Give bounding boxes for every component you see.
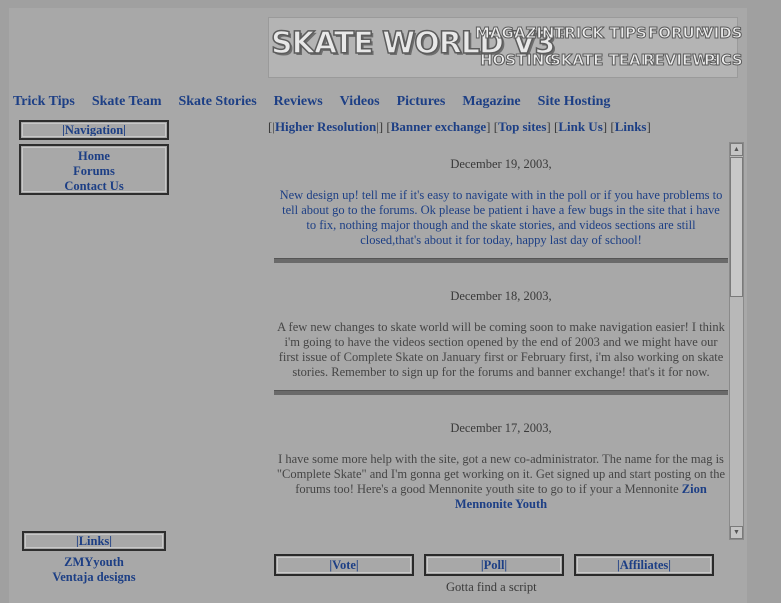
news-date: December 19, 2003, (450, 157, 552, 171)
link-banner-exchange[interactable]: Banner exchange (391, 119, 486, 134)
nav-reviews[interactable]: Reviews (274, 94, 323, 109)
news-divider (274, 390, 728, 395)
news-date: December 17, 2003, (450, 421, 552, 435)
banner-link-magazine[interactable]: MAGAZINE (475, 24, 566, 43)
vote-box[interactable]: |Vote| (274, 554, 414, 576)
scroll-thumb[interactable] (730, 157, 743, 297)
banner-link-pics[interactable]: PICS (704, 51, 744, 70)
vote-label: |Vote| (329, 558, 359, 572)
scroll-up-icon[interactable]: ▲ (730, 143, 743, 156)
header-banner: SKATE WORLD V3 MAGAZINE TRICK TIPS FORUM… (268, 17, 743, 78)
links-header-box: |Links| (22, 531, 166, 551)
affiliates-label: |Affiliates| (616, 558, 672, 572)
news-text: I have some more help with the site, got… (274, 452, 728, 512)
news-text: A few new changes to skate world will be… (277, 320, 725, 379)
nav-skate-team[interactable]: Skate Team (92, 94, 162, 109)
news-date: December 18, 2003, (450, 289, 552, 303)
link-zmyyouth[interactable]: ZMYyouth (22, 555, 166, 570)
banner-link-skate-team[interactable]: SKATE TEAM (550, 51, 657, 70)
sub-links: [|Higher Resolution|] [Banner exchange] … (268, 119, 651, 134)
link-top-sites[interactable]: Top sites (498, 119, 546, 134)
news-entry: December 17, 2003, I have some more help… (274, 421, 728, 512)
banner-link-forum[interactable]: FORUM (648, 24, 711, 43)
links-header: |Links| (75, 534, 113, 548)
poll-label: |Poll| (480, 558, 508, 572)
sidebar-item-forums[interactable]: Forums (21, 164, 167, 179)
link-links[interactable]: Links (615, 119, 647, 134)
affiliates-box[interactable]: |Affiliates| (574, 554, 714, 576)
news-divider (274, 258, 728, 263)
script-placeholder-text: Gotta find a script (446, 580, 537, 594)
navigation-menu: Home Forums Contact Us (19, 144, 169, 195)
scroll-down-icon[interactable]: ▼ (730, 526, 743, 539)
sidebar-item-contact-us[interactable]: Contact Us (21, 179, 167, 194)
nav-pictures[interactable]: Pictures (397, 94, 446, 109)
banner-link-hosting[interactable]: HOSTING (480, 51, 558, 70)
nav-magazine[interactable]: Magazine (462, 94, 520, 109)
nav-videos[interactable]: Videos (340, 94, 380, 109)
link-link-us[interactable]: Link Us (558, 119, 602, 134)
news-entry: December 18, 2003, A few new changes to … (274, 289, 728, 395)
navigation-header: |Navigation| (62, 123, 126, 137)
sublinks-open-bracket: [| (268, 119, 275, 134)
banner-link-vids[interactable]: VIDS (701, 24, 742, 43)
news-feed[interactable]: December 19, 2003, New design up! tell m… (274, 142, 728, 540)
navigation-header-box: |Navigation| (19, 120, 169, 140)
news-entry: December 19, 2003, New design up! tell m… (274, 157, 728, 263)
nav-site-hosting[interactable]: Site Hosting (538, 94, 611, 109)
link-ventaja-designs[interactable]: Ventaja designs (22, 570, 166, 585)
banner-link-trick-tips[interactable]: TRICK TIPS (554, 24, 648, 43)
sidebar-item-home[interactable]: Home (21, 149, 167, 164)
nav-trick-tips[interactable]: Trick Tips (13, 94, 75, 109)
nav-skate-stories[interactable]: Skate Stories (178, 94, 256, 109)
poll-box[interactable]: |Poll| (424, 554, 564, 576)
news-text-content: I have some more help with the site, got… (276, 452, 726, 496)
news-scrollbar[interactable]: ▲ ▼ (729, 142, 744, 540)
news-text: New design up! tell me if it's easy to n… (279, 188, 723, 247)
links-list: ZMYyouth Ventaja designs (22, 555, 166, 585)
top-nav: Trick Tips Skate Team Skate Stories Revi… (13, 92, 623, 110)
link-higher-resolution[interactable]: Higher Resolution (275, 119, 376, 134)
